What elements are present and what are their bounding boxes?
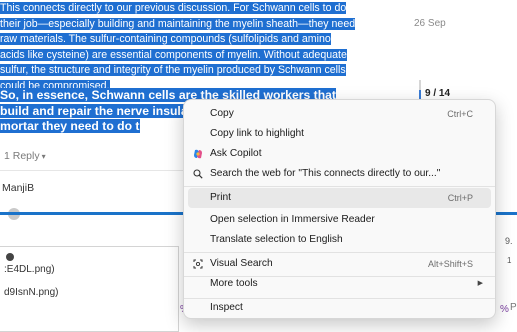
downloads-panel: :E4DL.png) d9IsnN.png) [0, 246, 179, 332]
search-icon [193, 169, 203, 179]
reply-count-button[interactable]: 1 Reply ▾ [4, 150, 46, 162]
selected-paragraph-1[interactable]: This connects directly to our previous d… [0, 1, 358, 94]
menu-separator [184, 252, 495, 253]
menu-item-shortcut: Ctrl+P [447, 193, 473, 203]
chevron-down-icon: ▾ [41, 152, 46, 161]
copilot-icon [194, 149, 202, 159]
percent-fragment: % [500, 304, 509, 315]
edge-text-fragment: 1 [507, 256, 512, 265]
menu-item-label: Print [210, 192, 231, 203]
menu-separator [184, 186, 495, 187]
menu-item-shortcut: Ctrl+C [447, 109, 473, 119]
download-file-icon [6, 253, 14, 261]
menu-item-copy[interactable]: Copy Ctrl+C [188, 104, 491, 124]
menu-item-label: Copy [210, 108, 234, 119]
menu-item-visual-search[interactable]: Visual Search Alt+Shift+S [188, 254, 491, 274]
menu-item-label: Search the web for "This connects direct… [210, 168, 441, 179]
menu-item-label: Copy link to highlight [210, 128, 305, 139]
menu-item-immersive-reader[interactable]: Open selection in Immersive Reader [188, 210, 491, 230]
timeline-date: 26 Sep [414, 18, 446, 29]
chevron-right-icon: ▶ [477, 280, 483, 287]
menu-item-label: Inspect [210, 302, 243, 313]
menu-item-label: Ask Copilot [210, 148, 262, 159]
menu-item-copy-link-to-highlight[interactable]: Copy link to highlight [188, 124, 491, 144]
menu-item-search-web[interactable]: Search the web for "This connects direct… [188, 164, 491, 184]
edge-text-fragment: P [510, 302, 517, 313]
reply-count-label: 1 Reply [4, 150, 40, 162]
post-counter: 9 / 14 [425, 88, 451, 99]
menu-item-label: More tools [210, 278, 258, 289]
download-item-1[interactable]: :E4DL.png) [4, 264, 55, 275]
context-menu: Copy Ctrl+C Copy link to highlight Ask C… [183, 99, 496, 319]
menu-item-label: Translate selection to English [210, 234, 343, 245]
menu-item-label: Visual Search [210, 258, 273, 269]
visual-search-icon [193, 259, 203, 269]
menu-item-label: Open selection in Immersive Reader [210, 214, 375, 225]
edge-text-fragment: 9. [505, 236, 513, 246]
menu-item-ask-copilot[interactable]: Ask Copilot [188, 144, 491, 164]
menu-item-shortcut: Alt+Shift+S [427, 259, 473, 269]
menu-item-translate[interactable]: Translate selection to English [188, 230, 491, 250]
divider [0, 170, 190, 171]
download-item-2[interactable]: d9IsnN.png) [4, 287, 58, 298]
menu-item-more-tools[interactable]: More tools ▶ [188, 274, 491, 294]
menu-item-print[interactable]: Print Ctrl+P [188, 188, 491, 208]
menu-item-inspect[interactable]: Inspect [188, 298, 491, 318]
reply-username[interactable]: ManjiB [2, 182, 34, 194]
